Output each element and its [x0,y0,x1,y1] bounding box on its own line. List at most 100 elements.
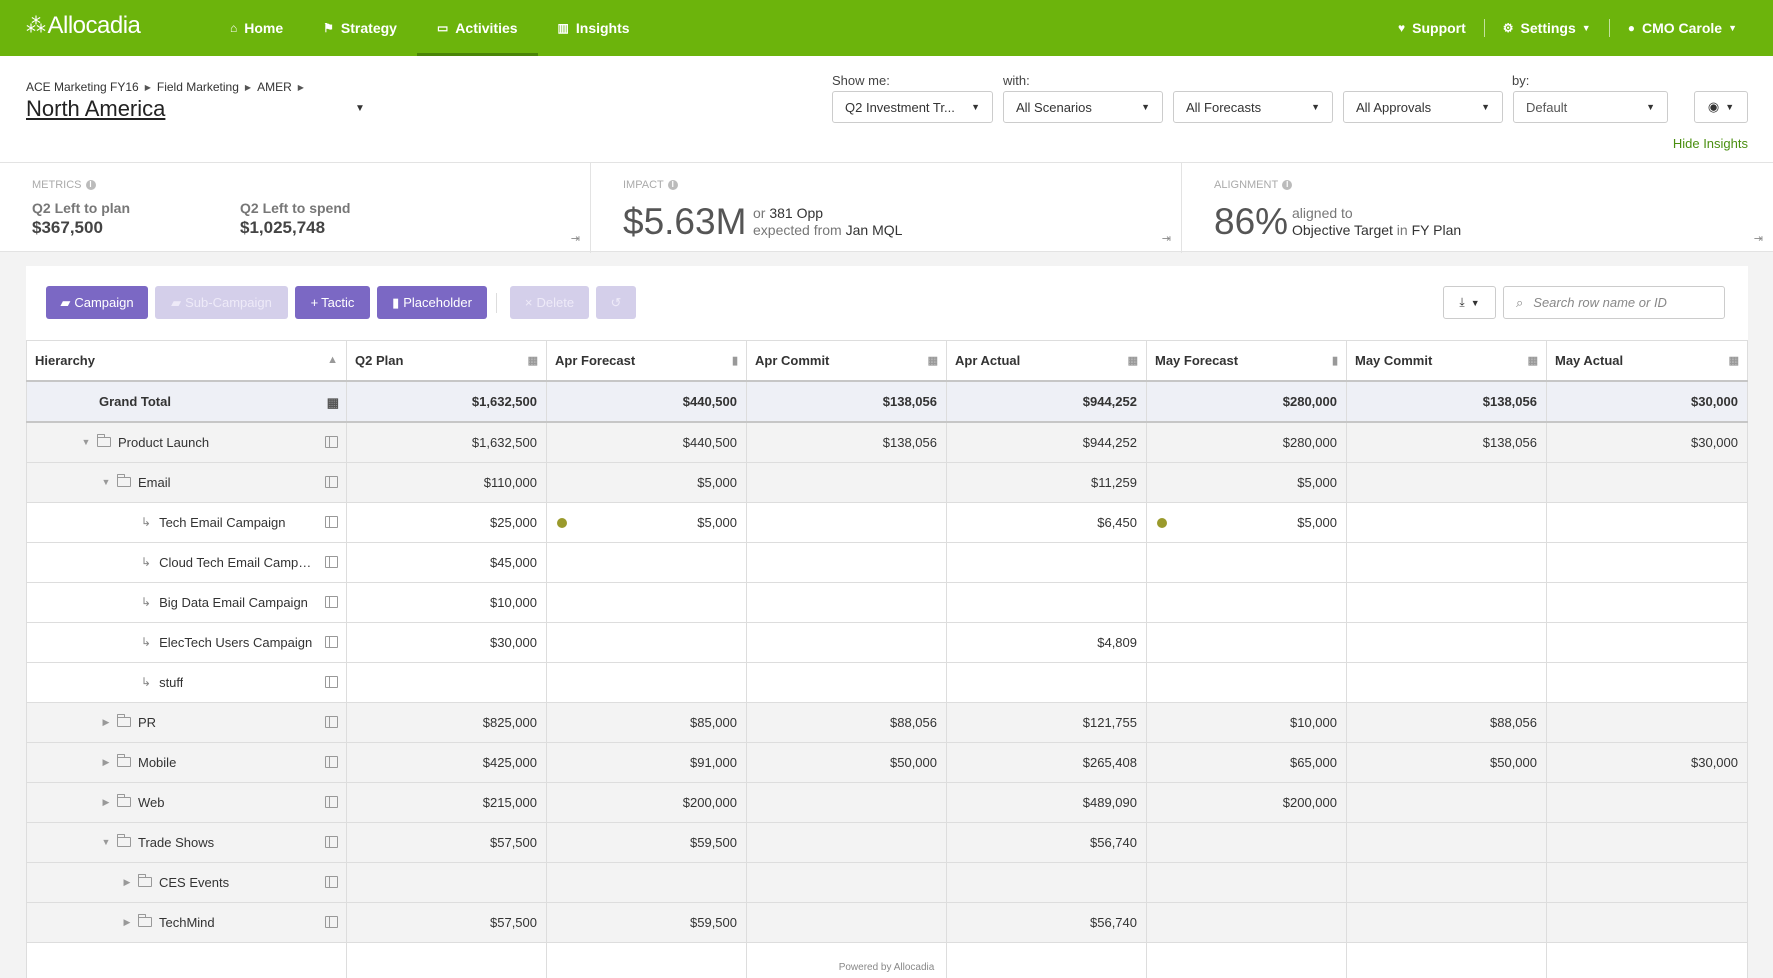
details-panel-icon[interactable] [325,515,338,528]
table-cell[interactable]: $440,500 [546,421,747,463]
table-cell[interactable]: $5,000 [1146,461,1347,503]
add-tactic-button[interactable]: + Tactic [295,286,370,319]
page-title[interactable]: North America [26,96,165,122]
table-cell[interactable] [746,901,947,943]
sort-up-icon[interactable]: ▲ [327,354,338,366]
table-cell[interactable] [1146,581,1347,623]
details-panel-icon[interactable] [325,875,338,888]
table-row[interactable]: ↳ stuff [26,661,1748,703]
table-cell[interactable]: $200,000 [546,781,747,823]
delete-button[interactable]: × Delete [510,286,589,319]
table-cell[interactable]: $50,000 [746,741,947,783]
view-options-button[interactable]: ◉ ▼ [1694,91,1748,123]
table-cell[interactable]: $91,000 [546,741,747,783]
table-cell[interactable] [1146,821,1347,863]
table-cell[interactable] [746,461,947,503]
lock-icon[interactable]: ▮ [732,354,738,367]
group-by-select[interactable]: Default ▼ [1513,91,1668,123]
info-icon[interactable]: i [85,180,96,190]
table-cell[interactable]: $59,500 [546,821,747,863]
table-row[interactable]: ▼ Trade Shows $57,500 $59,500 $56,740 [26,821,1748,863]
table-row[interactable]: ↳ Tech Email Campaign $25,000 $5,000 $6,4… [26,501,1748,543]
table-cell[interactable]: $138,056 [746,421,947,463]
table-cell[interactable] [946,861,1147,903]
table-cell[interactable]: $489,090 [946,781,1147,823]
table-cell[interactable]: $215,000 [346,781,547,823]
table-row[interactable]: ▶ Web $215,000 $200,000 $489,090 $200,000 [26,781,1748,823]
sign-out-icon[interactable]: ⇥ [571,232,580,245]
table-cell[interactable] [546,621,747,663]
chevron-down-icon[interactable]: ▼ [79,437,93,447]
table-cell[interactable] [1346,901,1547,943]
sign-out-icon[interactable]: ⇥ [1162,232,1171,245]
table-cell[interactable] [746,861,947,903]
chevron-down-icon[interactable]: ▼ [355,103,365,114]
table-cell[interactable]: $30,000 [1546,421,1748,463]
details-panel-icon[interactable] [325,835,338,848]
search-box[interactable]: ⌕ [1503,286,1725,319]
details-panel-icon[interactable] [325,755,338,768]
table-cell[interactable] [746,541,947,583]
table-cell[interactable]: $110,000 [346,461,547,503]
nav-home[interactable]: ⌂ Home [210,0,303,56]
table-cell[interactable]: $57,500 [346,901,547,943]
table-cell[interactable] [346,661,547,703]
table-cell[interactable]: $4,809 [946,621,1147,663]
table-cell[interactable]: $425,000 [346,741,547,783]
details-panel-icon[interactable] [325,595,338,608]
table-cell[interactable] [746,821,947,863]
table-cell[interactable]: $57,500 [346,821,547,863]
user-menu[interactable]: ● CMO Carole ▼ [1610,20,1755,36]
table-row[interactable]: ▶ TechMind $57,500 $59,500 $56,740 [26,901,1748,943]
table-cell[interactable] [1346,541,1547,583]
breadcrumb-item[interactable]: AMER [257,80,292,94]
column-header-apr-forecast[interactable]: Apr Forecast ▮ [546,340,747,382]
scenarios-select[interactable]: All Scenarios ▼ [1003,91,1163,123]
table-cell[interactable] [546,541,747,583]
table-row[interactable]: ▶ PR $825,000 $85,000 $88,056 $121,755 $1… [26,701,1748,743]
chevron-right-icon[interactable]: ▶ [99,797,113,808]
table-cell[interactable] [1146,901,1347,943]
table-cell[interactable]: $65,000 [1146,741,1347,783]
table-cell[interactable]: $88,056 [746,701,947,743]
table-cell[interactable] [1546,501,1748,543]
details-panel-icon[interactable] [325,795,338,808]
table-cell[interactable] [546,661,747,703]
details-panel-icon[interactable] [325,635,338,648]
column-header-may-commit[interactable]: May Commit ▦ [1346,340,1547,382]
table-cell[interactable] [1146,541,1347,583]
table-cell[interactable] [946,581,1147,623]
table-cell[interactable] [1546,701,1748,743]
table-cell[interactable] [346,861,547,903]
table-cell[interactable] [1346,861,1547,903]
column-header-apr-commit[interactable]: Apr Commit ▦ [746,340,947,382]
column-header-may-forecast[interactable]: May Forecast ▮ [1146,340,1347,382]
table-cell[interactable]: $944,252 [946,421,1147,463]
table-cell[interactable] [746,621,947,663]
table-cell[interactable] [1346,821,1547,863]
table-row[interactable]: ↳ Cloud Tech Email Camp… $45,000 [26,541,1748,583]
hide-insights-link[interactable]: Hide Insights [1673,136,1748,151]
chevron-down-icon[interactable]: ▼ [99,837,113,847]
sign-out-icon[interactable]: ⇥ [1754,232,1763,245]
table-row[interactable]: ▶ CES Events [26,861,1748,903]
table-cell[interactable] [1546,901,1748,943]
table-cell[interactable] [1346,661,1547,703]
chevron-down-icon[interactable]: ▼ [99,477,113,487]
forecasts-select[interactable]: All Forecasts ▼ [1173,91,1333,123]
grid-icon[interactable]: ▦ [327,395,339,411]
details-panel-icon[interactable] [325,435,338,448]
table-cell[interactable] [1546,861,1748,903]
calculator-icon[interactable]: ▦ [1729,354,1739,367]
details-panel-icon[interactable] [325,915,338,928]
table-cell[interactable]: $5,000 [546,461,747,503]
lock-icon[interactable]: ▮ [1332,354,1338,367]
table-cell[interactable]: $10,000 [346,581,547,623]
table-cell[interactable] [1346,621,1547,663]
table-cell[interactable] [946,661,1147,703]
table-row[interactable]: ▶ Mobile $425,000 $91,000 $50,000 $265,40… [26,741,1748,783]
search-input[interactable] [1533,295,1714,310]
nav-strategy[interactable]: ⚑ Strategy [303,0,417,56]
table-cell[interactable] [1546,661,1748,703]
table-row[interactable]: ▼ Product Launch $1,632,500 $440,500 $138… [26,421,1748,463]
